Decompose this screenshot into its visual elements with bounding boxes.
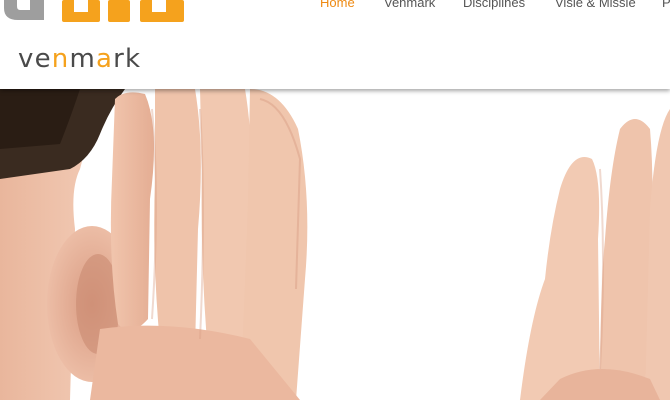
site-header: venmark Home Venmark Disciplines Visie &… (0, 0, 670, 89)
logo-accent-n: n (51, 44, 70, 74)
logo-wordmark[interactable]: venmark (18, 44, 141, 74)
logo-m: m (69, 44, 97, 74)
logo-prefix: ve (18, 44, 52, 74)
logo-mark-icon[interactable] (0, 0, 190, 26)
nav-item-visie-missie[interactable]: Visie & Missie (555, 0, 636, 10)
nav-item-partial[interactable]: P (662, 0, 670, 10)
nav-item-disciplines[interactable]: Disciplines (463, 0, 525, 10)
nav-item-venmark[interactable]: Venmark (384, 0, 435, 10)
nav-item-home[interactable]: Home (320, 0, 355, 10)
hero-illustration (0, 89, 670, 400)
hero-image (0, 89, 670, 400)
logo-suffix: rk (113, 44, 142, 74)
logo-accent-a: a (96, 44, 114, 74)
main-nav: Home Venmark Disciplines Visie & Missie … (320, 0, 670, 11)
